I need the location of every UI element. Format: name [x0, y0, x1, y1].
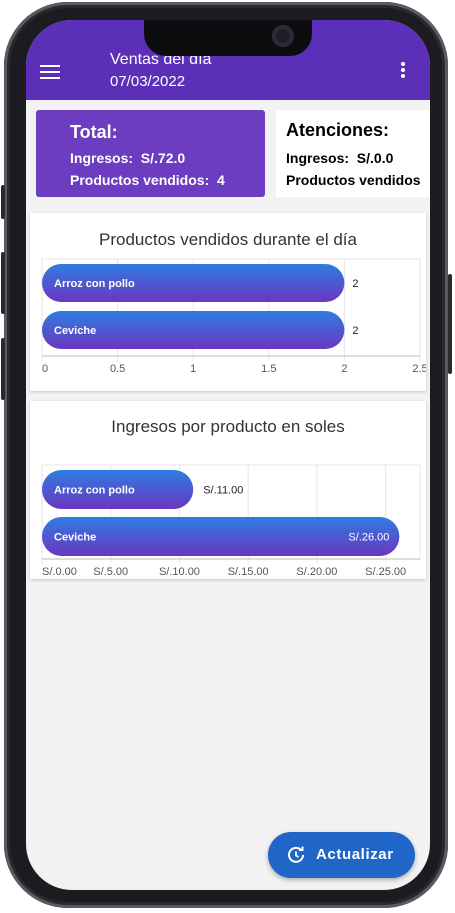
- x-tick-label: 2.5: [412, 363, 426, 375]
- bar-category-label: Ceviche: [54, 325, 96, 337]
- bar-value-label: S/.26.00: [348, 532, 389, 544]
- phone-notch: [144, 20, 312, 56]
- x-tick-label: 0.5: [110, 363, 125, 375]
- chart-card-ingresos: Ingresos por producto en soles S/.0.00 S/…: [30, 401, 426, 579]
- atenciones-productos-label: Productos vendidos: [286, 172, 421, 188]
- x-tick-label: 0: [42, 363, 48, 375]
- total-productos-row: Productos vendidos: 4: [70, 172, 225, 188]
- atenciones-ingresos-label: Ingresos:: [286, 150, 350, 166]
- chart-ingresos-por-producto: S/.0.00 S/.5.00 S/.10.00 S/.15.00 S/.20.00 S/…: [41, 464, 421, 578]
- total-ingresos-label: Ingresos:: [70, 150, 134, 166]
- total-heading: Total:: [70, 122, 118, 142]
- x-tick-label: 2: [341, 363, 347, 375]
- x-tick-label: S/.10.00: [159, 566, 200, 578]
- x-tick-label: S/.0.00: [42, 566, 77, 578]
- bar-category-label: Ceviche: [54, 532, 96, 544]
- total-ingresos-value: S/.72.0: [140, 150, 186, 166]
- phone-volume-down: [1, 338, 5, 400]
- bar-category-label: Arroz con pollo: [54, 278, 135, 290]
- page-date: 07/03/2022: [110, 73, 186, 90]
- x-tick-label: S/.20.00: [296, 566, 337, 578]
- phone-mute-switch: [1, 185, 5, 219]
- actualizar-label: Actualizar: [316, 846, 394, 863]
- atenciones-heading: Atenciones:: [286, 120, 390, 140]
- actualizar-button[interactable]: Actualizar: [268, 832, 415, 878]
- camera-icon: [272, 25, 294, 47]
- x-tick-label: S/.25.00: [365, 566, 406, 578]
- menu-icon[interactable]: [40, 65, 60, 79]
- total-productos-label: Productos vendidos:: [70, 172, 210, 188]
- x-tick-label: 1: [190, 363, 196, 375]
- app-screen: Ventas del día 07/03/2022 Total: Ingreso…: [26, 20, 430, 890]
- chart-card-productos: Productos vendidos durante el día 0 0.5 1 1…: [30, 213, 426, 391]
- x-tick-label: 1.5: [261, 363, 276, 375]
- x-tick-label: S/.5.00: [93, 566, 128, 578]
- x-tick-label: S/.15.00: [228, 566, 269, 578]
- bar-category-label: Arroz con pollo: [54, 485, 135, 497]
- atenciones-ingresos-value: S/.0.0: [356, 150, 394, 166]
- chart-productos-vendidos: 0 0.5 1 1.5 2 2.5 Arroz con pollo 2 Ceviche 2: [41, 258, 426, 375]
- bar-value-label: S/.11.00: [203, 485, 243, 497]
- bar-value-label: 2: [352, 278, 358, 290]
- phone-volume-up: [1, 252, 5, 314]
- bar-value-label: 2: [352, 325, 358, 337]
- more-options-icon[interactable]: [400, 62, 406, 80]
- total-ingresos-row: Ingresos: S/.72.0: [70, 150, 185, 166]
- phone-power-button: [448, 274, 452, 374]
- refresh-clock-icon: [288, 846, 304, 863]
- total-summary-card: Total: Ingresos: S/.72.0 Productos vendi…: [36, 110, 265, 197]
- atenciones-ingresos-row: Ingresos: S/.0.0: [286, 150, 393, 166]
- total-productos-value: 4: [217, 172, 225, 188]
- atenciones-summary-card: Atenciones: Ingresos: S/.0.0 Productos v…: [276, 110, 430, 197]
